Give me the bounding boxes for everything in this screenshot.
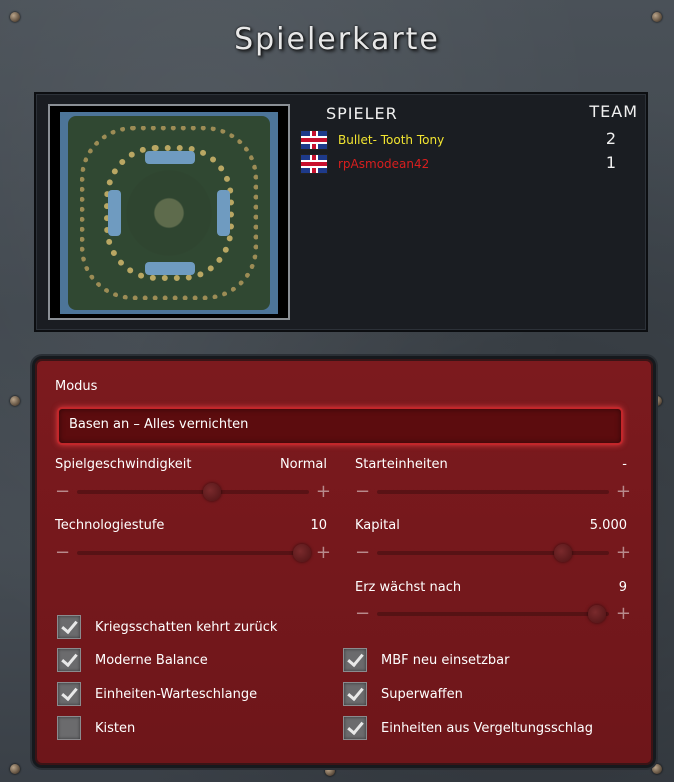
capital-label: Kapital — [355, 518, 400, 533]
map-inner-ridge — [104, 145, 234, 281]
uk-flag-icon — [300, 154, 328, 174]
checkbox-box[interactable] — [343, 682, 367, 706]
team-column-header: TEAM — [589, 102, 638, 121]
checkbox-box[interactable] — [57, 648, 81, 672]
checkbox-box[interactable] — [343, 716, 367, 740]
checkbox-shroud[interactable]: Kriegsschatten kehrt zurück — [57, 615, 277, 639]
mode-select[interactable]: Basen an – Alles vernichten — [57, 407, 623, 445]
decrease-button[interactable]: − — [55, 542, 70, 564]
checkbox-label: Moderne Balance — [95, 652, 208, 668]
map-lake-top — [144, 150, 196, 165]
rivet — [10, 12, 20, 22]
game-settings-panel: Modus Basen an – Alles vernichten Spielg… — [32, 356, 656, 768]
game-speed-label: Spielgeschwindigkeit — [55, 457, 192, 472]
checkbox-unit-queue[interactable]: Einheiten-Warteschlange — [57, 682, 257, 706]
player-name: Bullet- Tooth Tony — [338, 133, 445, 147]
slider-track — [377, 605, 609, 623]
player-row[interactable]: rpAsmodean42 — [300, 154, 429, 174]
start-units-slider[interactable]: − + — [355, 481, 631, 503]
rivet — [652, 764, 662, 774]
player-column-header: SPIELER — [326, 104, 398, 123]
checkbox-retaliation-units[interactable]: Einheiten aus Vergeltungsschlag — [343, 716, 593, 740]
checkbox-box[interactable] — [343, 648, 367, 672]
ore-regrowth-label: Erz wächst nach — [355, 580, 462, 595]
slider-track — [77, 483, 309, 501]
ore-regrowth-slider[interactable]: − + — [355, 603, 631, 625]
increase-button[interactable]: + — [616, 542, 631, 564]
start-units-label: Starteinheiten — [355, 457, 448, 472]
map-preview-frame — [48, 104, 290, 320]
map-terrain — [68, 116, 270, 310]
map-preview[interactable] — [60, 112, 278, 314]
slider-knob[interactable] — [588, 605, 607, 623]
start-units-value: - — [622, 457, 627, 472]
decrease-button[interactable]: − — [355, 603, 370, 625]
map-lake-right — [217, 189, 230, 237]
uk-flag-icon — [300, 130, 328, 150]
tech-level-value: 10 — [310, 518, 327, 533]
map-lake-left — [108, 189, 121, 237]
tech-level-slider[interactable]: − + — [55, 542, 331, 564]
decrease-button[interactable]: − — [355, 481, 370, 503]
slider-track — [377, 544, 609, 562]
slider-knob[interactable] — [293, 544, 312, 562]
checkbox-label: Superwaffen — [381, 686, 463, 702]
rivet — [652, 12, 662, 22]
rivet — [10, 764, 20, 774]
capital-slider[interactable]: − + — [355, 542, 631, 564]
ore-regrowth-value: 9 — [618, 580, 627, 595]
increase-button[interactable]: + — [316, 481, 331, 503]
player-map-panel: SPIELER TEAM Bullet- Tooth Tony 2 rpAsmo… — [34, 92, 648, 332]
mode-label: Modus — [55, 379, 98, 394]
increase-button[interactable]: + — [616, 603, 631, 625]
player-team: 1 — [605, 153, 616, 172]
checkbox-crates[interactable]: Kisten — [57, 716, 135, 740]
increase-button[interactable]: + — [616, 481, 631, 503]
checkbox-box[interactable] — [57, 682, 81, 706]
checkbox-box[interactable] — [57, 716, 81, 740]
checkbox-mcv-repacks[interactable]: MBF neu einsetzbar — [343, 648, 509, 672]
rivet — [10, 396, 20, 406]
game-speed-value: Normal — [279, 457, 327, 472]
checkbox-modern-balance[interactable]: Moderne Balance — [57, 648, 208, 672]
checkbox-label: Kisten — [95, 720, 136, 736]
checkbox-label: Kriegsschatten kehrt zurück — [95, 619, 278, 635]
slider-track — [77, 544, 312, 562]
tech-level-label: Technologiestufe — [55, 518, 165, 533]
player-team: 2 — [605, 129, 616, 148]
checkbox-label: MBF neu einsetzbar — [381, 652, 510, 668]
game-speed-slider[interactable]: − + — [55, 481, 331, 503]
checkbox-label: Einheiten aus Vergeltungsschlag — [381, 720, 593, 736]
decrease-button[interactable]: − — [55, 481, 70, 503]
decrease-button[interactable]: − — [355, 542, 370, 564]
checkbox-box[interactable] — [57, 615, 81, 639]
player-row[interactable]: Bullet- Tooth Tony — [300, 130, 444, 150]
player-name: rpAsmodean42 — [338, 157, 430, 171]
checkbox-label: Einheiten-Warteschlange — [95, 686, 258, 702]
slider-knob[interactable] — [202, 483, 221, 501]
map-lake-bottom — [144, 261, 196, 276]
page-title: Spielerkarte — [234, 22, 440, 57]
increase-button[interactable]: + — [316, 542, 331, 564]
checkbox-superweapons[interactable]: Superwaffen — [343, 682, 463, 706]
slider-track — [377, 490, 609, 494]
slider-knob[interactable] — [553, 544, 572, 562]
capital-value: 5.000 — [589, 518, 627, 533]
mode-value: Basen an – Alles vernichten — [69, 417, 249, 432]
